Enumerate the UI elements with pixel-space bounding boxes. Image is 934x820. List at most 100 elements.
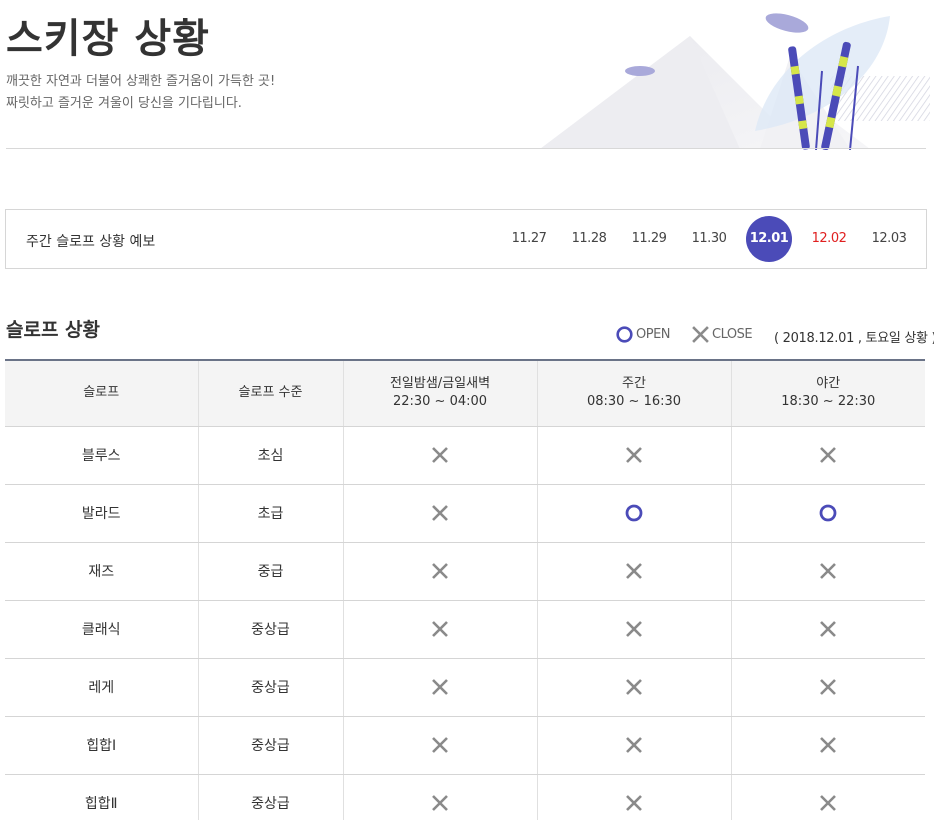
forecast-label: 주간 슬로프 상황 예보 — [26, 234, 156, 250]
status-cell-night — [730, 774, 925, 820]
status-cell-day — [536, 484, 731, 543]
close-x-icon — [692, 326, 709, 343]
status-cell-day — [536, 600, 731, 659]
close-x-icon — [820, 795, 837, 811]
slope-level-cell: 초심 — [197, 426, 343, 485]
status-cell-day — [536, 542, 731, 601]
table-row: 재즈 중급 — [5, 542, 925, 601]
forecast-date-item[interactable]: 12.03 — [866, 216, 912, 262]
status-cell-night — [730, 716, 925, 775]
col-header-day-title: 주간 — [622, 376, 646, 392]
status-cell-late-night — [342, 600, 537, 659]
col-header-slope: 슬로프 — [5, 359, 198, 427]
close-x-icon — [820, 447, 837, 463]
close-x-icon — [820, 737, 837, 753]
close-x-icon — [432, 505, 448, 521]
ski-illustration — [540, 13, 930, 150]
col-header-night-time: 18:30 ~ 22:30 — [781, 394, 876, 410]
forecast-date-item[interactable]: 12.02 — [806, 216, 852, 262]
status-cell-night — [730, 426, 925, 485]
open-circle-icon — [625, 504, 643, 522]
close-x-icon — [626, 447, 642, 463]
slope-name-cell: 클래식 — [5, 600, 198, 659]
page-title: 스키장 상황 — [6, 16, 210, 62]
status-cell-night — [730, 658, 925, 717]
slope-status-table: 슬로프 슬로프 수준 전일밤샘/금일새벽 22:30 ~ 04:00 주간 08… — [5, 359, 925, 820]
col-header-late-night-time: 22:30 ~ 04:00 — [392, 394, 488, 410]
close-x-icon — [432, 679, 448, 695]
slope-level-cell: 중급 — [197, 542, 343, 601]
col-header-late-night: 전일밤샘/금일새벽 22:30 ~ 04:00 — [342, 359, 537, 427]
forecast-date-item[interactable]: 11.29 — [626, 216, 672, 262]
slope-level-cell: 초급 — [197, 484, 343, 543]
forecast-date-item[interactable]: 11.28 — [566, 216, 612, 262]
close-x-icon — [820, 679, 837, 695]
close-x-icon — [432, 621, 448, 637]
slope-name-cell: 재즈 — [5, 542, 198, 601]
subtitle-line: 깨끗한 자연과 더불어 상쾌한 즐거움이 가득한 곳! — [6, 74, 276, 89]
slope-name-cell: 힙합Ⅰ — [5, 716, 198, 775]
close-x-icon — [820, 563, 837, 579]
status-cell-day — [536, 426, 731, 485]
status-cell-late-night — [342, 658, 537, 717]
table-row: 힙합Ⅰ 중상급 — [5, 716, 925, 775]
slope-status-heading: 슬로프 상황 — [6, 319, 101, 341]
status-cell-night — [730, 600, 925, 659]
col-header-level: 슬로프 수준 — [197, 359, 343, 427]
col-header-day: 주간 08:30 ~ 16:30 — [536, 359, 731, 427]
status-cell-night — [730, 484, 925, 543]
close-x-icon — [626, 679, 642, 695]
close-x-icon — [626, 621, 642, 637]
col-header-night-title: 야간 — [816, 376, 841, 392]
col-header-day-time: 08:30 ~ 16:30 — [586, 394, 682, 410]
slope-name-cell: 레게 — [5, 658, 198, 717]
table-header-row: 슬로프 슬로프 수준 전일밤샘/금일새벽 22:30 ~ 04:00 주간 08… — [5, 359, 925, 427]
slope-name-cell: 블루스 — [5, 426, 198, 485]
status-cell-late-night — [342, 774, 537, 820]
table-row: 블루스 초심 — [5, 426, 925, 485]
close-x-icon — [432, 447, 448, 463]
status-cell-day — [536, 716, 731, 775]
forecast-date-selected[interactable]: 12.01 — [746, 216, 792, 262]
status-cell-late-night — [342, 542, 537, 601]
legend-close-label: CLOSE — [712, 327, 753, 342]
subtitle-line: 짜릿하고 즐거운 겨울이 당신을 기다립니다. — [6, 96, 242, 111]
weekly-forecast-bar: 주간 슬로프 상황 예보 11.27 11.28 11.29 11.30 12.01 12… — [5, 209, 927, 269]
status-cell-day — [536, 658, 731, 717]
slope-level-cell: 중상급 — [197, 716, 343, 775]
col-header-night: 야간 18:30 ~ 22:30 — [730, 359, 925, 427]
page-header: 스키장 상황 깨끗한 자연과 더불어 상쾌한 즐거움이 가득한 곳! 짜릿하고 … — [0, 0, 934, 150]
status-cell-late-night — [342, 716, 537, 775]
close-x-icon — [626, 563, 642, 579]
close-x-icon — [626, 795, 642, 811]
table-row: 힙합Ⅱ 중상급 — [5, 774, 925, 820]
col-header-late-night-title: 전일밤샘/금일새벽 — [389, 376, 491, 392]
table-row: 클래식 중상급 — [5, 600, 925, 659]
open-circle-icon — [819, 504, 837, 522]
legend-close: CLOSE — [692, 326, 753, 343]
status-date-text: ( 2018.12.01 , 토요일 상황 ) — [774, 331, 934, 346]
legend-open-label: OPEN — [636, 327, 671, 342]
status-cell-late-night — [342, 484, 537, 543]
table-row: 레게 중상급 — [5, 658, 925, 717]
slope-level-cell: 중상급 — [197, 658, 343, 717]
slope-name-cell: 발라드 — [5, 484, 198, 543]
slope-level-cell: 중상급 — [197, 774, 343, 820]
table-row: 발라드 초급 — [5, 484, 925, 543]
open-circle-icon — [616, 326, 633, 343]
page-subtitle: 깨끗한 자연과 더불어 상쾌한 즐거움이 가득한 곳! 짜릿하고 즐거운 겨울이… — [6, 71, 275, 115]
slope-level-cell: 중상급 — [197, 600, 343, 659]
close-x-icon — [432, 737, 448, 753]
close-x-icon — [432, 795, 448, 811]
legend-open: OPEN — [616, 326, 671, 343]
forecast-date-item[interactable]: 11.30 — [686, 216, 732, 262]
status-cell-day — [536, 774, 731, 820]
status-cell-late-night — [342, 426, 537, 485]
slope-table-body: 블루스 초심 발라드 초급 재즈 중급 클래식 중상급 레게 중상급 힙합Ⅰ 중상급 힙합Ⅱ 중상급 — [5, 426, 925, 820]
slope-name-cell: 힙합Ⅱ — [5, 774, 198, 820]
close-x-icon — [626, 737, 642, 753]
forecast-date-item[interactable]: 11.27 — [506, 216, 552, 262]
close-x-icon — [432, 563, 448, 579]
status-cell-night — [730, 542, 925, 601]
close-x-icon — [820, 621, 837, 637]
